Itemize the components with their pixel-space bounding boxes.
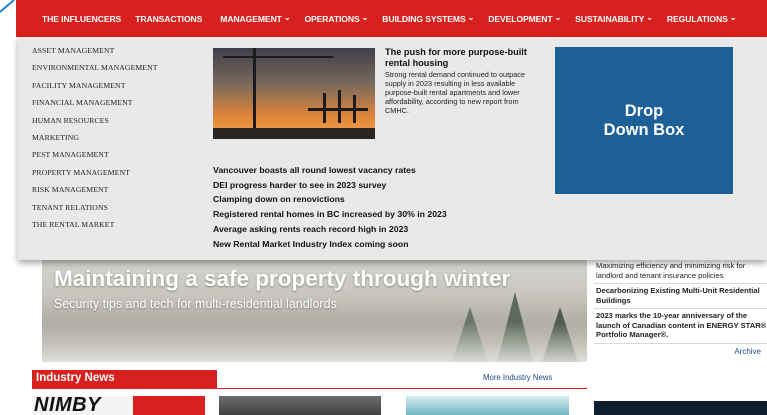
nav-item-building-systems[interactable]: BUILDING SYSTEMS ⌄	[382, 13, 475, 24]
menu-item-rental-market[interactable]: THE RENTAL MARKET	[32, 220, 158, 237]
article-link[interactable]: New Rental Market Industry Index coming …	[213, 237, 447, 252]
nav-item-development[interactable]: DEVELOPMENT ⌄	[488, 13, 562, 24]
ground-silhouette	[213, 128, 375, 139]
menu-item-human-resources[interactable]: HUMAN RESOURCES	[32, 116, 158, 133]
sidebar-item[interactable]: Decarbonizing Existing Multi-Unit Reside…	[594, 284, 767, 309]
section-divider	[32, 388, 587, 389]
sidebar-thumbnail[interactable]	[594, 401, 767, 415]
article-link[interactable]: Registered rental homes in BC increased …	[213, 207, 447, 222]
worker-silhouette	[338, 90, 341, 123]
industry-news-heading: Industry News	[32, 370, 217, 388]
nav-label: THE INFLUENCERS	[42, 13, 122, 24]
hero-snow	[42, 322, 587, 362]
main-nav: THE INFLUENCERS TRANSACTIONS MANAGEMENT ⌄…	[16, 0, 767, 37]
chevron-down-icon: ⌄	[554, 13, 562, 22]
featured-article-image[interactable]	[213, 48, 375, 139]
crane-jib	[223, 56, 333, 58]
nav-label: OPERATIONS	[304, 13, 360, 24]
hero-title[interactable]: Maintaining a safe property through wint…	[54, 266, 510, 292]
menu-item-pest-management[interactable]: PEST MANAGEMENT	[32, 150, 158, 167]
chevron-down-icon: ⌄	[729, 13, 737, 22]
menu-item-financial-management[interactable]: FINANCIAL MANAGEMENT	[32, 98, 158, 115]
sidebar-news: Maximizing efficiency and minimizing ris…	[594, 259, 767, 356]
nav-label: SUSTAINABILITY	[575, 13, 645, 24]
worker-silhouette	[323, 93, 326, 123]
news-thumbnail[interactable]	[406, 396, 569, 415]
news-thumbnail[interactable]	[219, 396, 381, 415]
sidebar-item[interactable]: 2023 marks the 10-year anniversary of th…	[594, 309, 767, 344]
nav-item-transactions[interactable]: TRANSACTIONS	[135, 14, 202, 24]
drop-down-box-placeholder: Drop Down Box	[555, 47, 733, 194]
menu-item-tenant-relations[interactable]: TENANT RELATIONS	[32, 203, 158, 220]
article-link[interactable]: Average asking rents reach record high i…	[213, 222, 447, 237]
article-links: Vancouver boasts all round lowest vacanc…	[213, 163, 447, 251]
management-dropdown-menu: ASSET MANAGEMENT ENVIRONMENTAL MANAGEMEN…	[18, 37, 767, 260]
more-industry-news-link[interactable]: More Industry News	[483, 373, 552, 382]
crane-mast	[253, 48, 256, 139]
chevron-down-icon: ⌄	[283, 13, 291, 22]
nav-label: MANAGEMENT	[220, 13, 282, 24]
chevron-down-icon: ⌄	[646, 13, 653, 22]
nav-label: DEVELOPMENT	[488, 13, 553, 24]
archive-link[interactable]: Archive	[594, 344, 767, 356]
menu-item-asset-management[interactable]: ASSET MANAGEMENT	[32, 46, 158, 63]
featured-article-summary: Strong rental demand continued to outpac…	[385, 70, 525, 115]
nav-item-regulations[interactable]: REGULATIONS ⌄	[666, 13, 737, 24]
chevron-down-icon: ⌄	[467, 13, 475, 22]
menu-item-marketing[interactable]: MARKETING	[32, 133, 158, 150]
nav-label: TRANSACTIONS	[135, 13, 203, 24]
menu-item-risk-management[interactable]: RISK MANAGEMENT	[32, 185, 158, 202]
nav-label: REGULATIONS	[666, 13, 728, 24]
worker-silhouette	[353, 95, 356, 123]
chevron-down-icon: ⌄	[361, 13, 369, 22]
drop-down-box-label: Drop Down Box	[603, 101, 685, 139]
article-link[interactable]: DEI progress harder to see in 2023 surve…	[213, 178, 447, 193]
nav-item-operations[interactable]: OPERATIONS ⌄	[304, 13, 369, 24]
news-thumbnail[interactable]: NIMBY	[32, 396, 205, 415]
sidebar-item[interactable]: Maximizing efficiency and minimizing ris…	[594, 259, 767, 284]
category-list: ASSET MANAGEMENT ENVIRONMENTAL MANAGEMEN…	[32, 46, 158, 237]
menu-item-property-management[interactable]: PROPERTY MANAGEMENT	[32, 168, 158, 185]
featured-article-title[interactable]: The push for more purpose-built rental h…	[385, 47, 535, 68]
menu-item-facility-management[interactable]: FACILITY MANAGEMENT	[32, 81, 158, 98]
menu-item-environmental-management[interactable]: ENVIRONMENTAL MANAGEMENT	[32, 63, 158, 80]
hero-subtitle: Security tips and tech for multi-residen…	[54, 297, 337, 311]
thumbnail-text: NIMBY	[34, 396, 101, 415]
nav-item-influencers[interactable]: THE INFLUENCERS	[42, 14, 121, 24]
article-link[interactable]: Vancouver boasts all round lowest vacanc…	[213, 163, 447, 178]
nav-label: BUILDING SYSTEMS	[382, 13, 466, 24]
thumbnail-graphic	[133, 396, 205, 415]
article-link[interactable]: Clamping down on renovictions	[213, 192, 447, 207]
nav-item-management[interactable]: MANAGEMENT ⌄	[220, 13, 291, 24]
nav-item-sustainability[interactable]: SUSTAINABILITY ⌄	[575, 13, 653, 24]
